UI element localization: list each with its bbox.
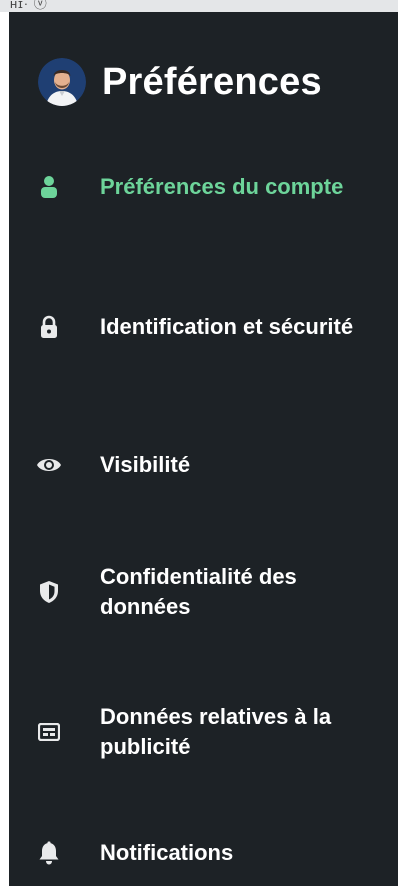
page-title: Préférences: [102, 60, 322, 103]
top-bar: ʜɪ· ⓥ: [0, 0, 398, 12]
nav-item-account-preferences[interactable]: Préférences du compte: [35, 172, 385, 202]
shield-icon: [35, 578, 63, 606]
nav-item-ad-data[interactable]: Données relatives à la publicité: [35, 702, 385, 762]
preferences-header: Préférences: [38, 52, 322, 112]
nav-item-label: Notifications: [100, 840, 234, 865]
bell-icon: [35, 839, 63, 867]
top-bar-fragment: ʜɪ· ⓥ: [10, 0, 48, 11]
avatar-image: [38, 58, 86, 106]
nav-item-label: Identification et sécurité: [100, 314, 354, 339]
person-icon: [35, 173, 63, 201]
nav-item-label: Confidentialité des données: [100, 564, 297, 619]
ad-card-icon: [35, 718, 63, 746]
nav-item-notifications[interactable]: Notifications: [35, 838, 385, 868]
lock-icon: [35, 313, 63, 341]
nav-item-data-privacy[interactable]: Confidentialité des données: [35, 562, 385, 622]
preferences-sidebar: Préférences Préférences du compte Identi…: [9, 12, 398, 886]
nav-item-label: Visibilité: [100, 452, 191, 477]
avatar[interactable]: [38, 58, 86, 106]
nav-item-identification-security[interactable]: Identification et sécurité: [35, 312, 385, 342]
nav-item-visibility[interactable]: Visibilité: [35, 450, 385, 480]
eye-icon: [35, 451, 63, 479]
left-edge-strip: [0, 12, 9, 886]
nav-item-label: Préférences du compte: [100, 174, 344, 199]
nav-item-label: Données relatives à la publicité: [100, 704, 332, 759]
